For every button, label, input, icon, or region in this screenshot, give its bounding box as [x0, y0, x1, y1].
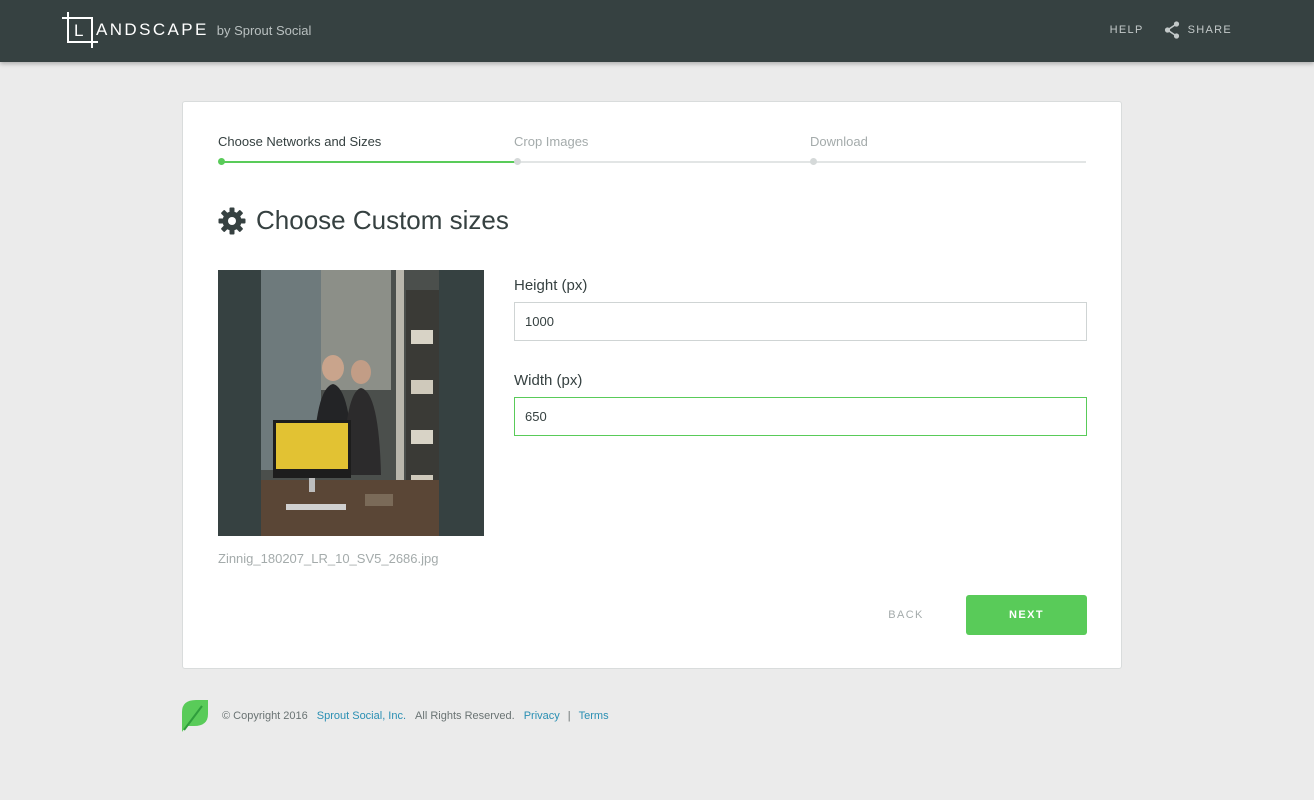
sprout-social-link[interactable]: Sprout Social, Inc.	[317, 710, 406, 722]
section-heading: Choose Custom sizes	[218, 205, 509, 236]
step-download: Download	[810, 134, 868, 149]
landscape-logo[interactable]: L ANDSCAPE by Sprout Social	[62, 12, 311, 48]
gear-icon	[218, 207, 246, 234]
width-label: Width (px)	[514, 372, 583, 389]
logo-byline: by Sprout Social	[216, 22, 312, 38]
next-button[interactable]: NEXT	[966, 595, 1087, 635]
wizard-card: Choose Networks and Sizes Crop Images Do…	[182, 101, 1122, 669]
height-input[interactable]	[514, 302, 1087, 341]
image-preview	[218, 270, 484, 536]
header-nav: HELP SHARE	[1110, 21, 1232, 39]
share-link[interactable]: SHARE	[1164, 21, 1232, 39]
step-dot-3	[810, 158, 817, 165]
footer: © Copyright 2016 Sprout Social, Inc. All…	[182, 700, 609, 732]
step-dot-2	[514, 158, 521, 165]
rights-text: All Rights Reserved.	[415, 710, 515, 722]
sprout-leaf-icon	[182, 700, 208, 732]
footer-separator: |	[567, 710, 571, 722]
logo-wordmark: ANDSCAPE	[96, 20, 209, 39]
uploaded-photo	[261, 270, 439, 536]
back-button[interactable]: BACK	[866, 595, 946, 635]
logo-letter: L	[74, 21, 84, 40]
help-link[interactable]: HELP	[1110, 24, 1144, 36]
width-input[interactable]	[514, 397, 1087, 436]
page-title: Choose Custom sizes	[256, 205, 509, 235]
progress-steps: Choose Networks and Sizes Crop Images Do…	[218, 134, 1086, 166]
top-bar: L ANDSCAPE by Sprout Social HELP SHARE	[0, 0, 1314, 62]
step-choose-networks: Choose Networks and Sizes	[218, 134, 382, 149]
copyright-text: © Copyright 2016	[222, 710, 308, 722]
share-icon	[1164, 21, 1179, 39]
progress-fill	[221, 161, 517, 163]
share-label: SHARE	[1187, 24, 1232, 36]
crop-frame-icon: L	[62, 12, 98, 48]
privacy-link[interactable]: Privacy	[524, 710, 560, 722]
step-dot-1	[218, 158, 225, 165]
image-filename: Zinnig_180207_LR_10_SV5_2686.jpg	[218, 551, 439, 566]
height-label: Height (px)	[514, 277, 588, 294]
step-crop-images: Crop Images	[514, 134, 589, 149]
terms-link[interactable]: Terms	[579, 710, 609, 722]
